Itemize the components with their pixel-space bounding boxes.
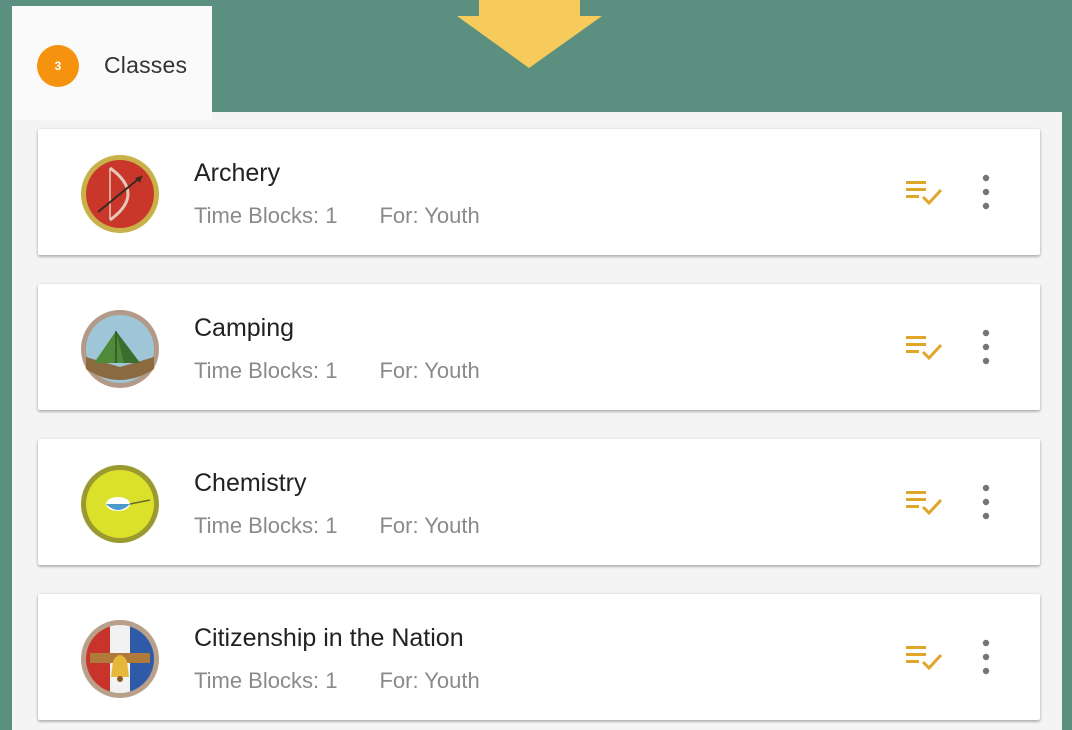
class-card-camping[interactable]: Camping Time Blocks: 1 For: Youth — [38, 284, 1040, 410]
tab-title: Classes — [104, 52, 188, 78]
down-arrow-icon — [457, 0, 602, 68]
more-vert-icon[interactable] — [976, 636, 996, 678]
classes-tab[interactable]: 3 Classes — [12, 6, 212, 120]
time-blocks-label: Time Blocks: 1 — [194, 513, 338, 538]
class-meta: Time Blocks: 1 For: Youth — [194, 668, 480, 694]
playlist-check-icon[interactable] — [904, 640, 944, 672]
class-card-citizenship-nation[interactable]: Citizenship in the Nation Time Blocks: 1… — [38, 594, 1040, 720]
class-meta: Time Blocks: 1 For: Youth — [194, 358, 480, 384]
class-name: Archery — [194, 159, 281, 187]
more-vert-icon[interactable] — [976, 481, 996, 523]
class-card-archery[interactable]: Archery Time Blocks: 1 For: Youth — [38, 129, 1040, 255]
archery-badge-icon — [81, 155, 159, 233]
more-vert-icon[interactable] — [976, 171, 996, 213]
class-card-chemistry[interactable]: Chemistry Time Blocks: 1 For: Youth — [38, 439, 1040, 565]
time-blocks-label: Time Blocks: 1 — [194, 358, 338, 383]
chemistry-badge-icon — [81, 465, 159, 543]
audience-label: For: Youth — [379, 358, 480, 383]
more-vert-icon[interactable] — [976, 326, 996, 368]
audience-label: For: Youth — [379, 203, 480, 228]
class-name: Chemistry — [194, 469, 307, 497]
citizenship-nation-badge-icon — [81, 620, 159, 698]
audience-label: For: Youth — [379, 513, 480, 538]
playlist-check-icon[interactable] — [904, 330, 944, 362]
step-number-badge: 3 — [37, 45, 79, 87]
class-name: Citizenship in the Nation — [194, 624, 464, 652]
class-meta: Time Blocks: 1 For: Youth — [194, 513, 480, 539]
class-meta: Time Blocks: 1 For: Youth — [194, 203, 480, 229]
playlist-check-icon[interactable] — [904, 485, 944, 517]
audience-label: For: Youth — [379, 668, 480, 693]
playlist-check-icon[interactable] — [904, 175, 944, 207]
time-blocks-label: Time Blocks: 1 — [194, 203, 338, 228]
class-name: Camping — [194, 314, 295, 342]
camping-badge-icon — [81, 310, 159, 388]
time-blocks-label: Time Blocks: 1 — [194, 668, 338, 693]
